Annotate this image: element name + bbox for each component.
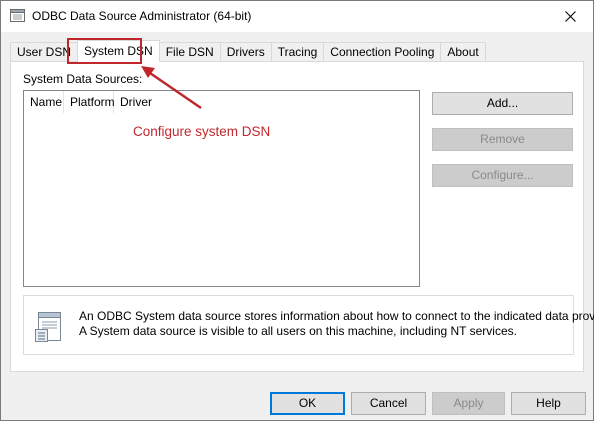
help-button[interactable]: Help [511, 392, 586, 415]
tab-drivers[interactable]: Drivers [219, 42, 272, 61]
tab-about[interactable]: About [440, 42, 486, 61]
title-bar: ODBC Data Source Administrator (64-bit) [1, 1, 593, 32]
add-button[interactable]: Add... [432, 92, 573, 115]
system-data-sources-label: System Data Sources: [23, 72, 143, 86]
annotation-text: Configure system DSN [133, 124, 271, 139]
info-text-line-1: An ODBC System data source stores inform… [79, 309, 594, 323]
window-title: ODBC Data Source Administrator (64-bit) [32, 9, 252, 23]
tab-file-dsn[interactable]: File DSN [158, 42, 221, 61]
apply-button[interactable]: Apply [432, 392, 505, 415]
data-sources-list[interactable]: Name Platform Driver [23, 90, 420, 287]
configure-button[interactable]: Configure... [432, 164, 573, 187]
cancel-button[interactable]: Cancel [351, 392, 426, 415]
ok-button[interactable]: OK [270, 392, 345, 415]
column-header-driver[interactable]: Driver [114, 91, 174, 113]
column-header-name[interactable]: Name [24, 91, 64, 113]
info-box: An ODBC System data source stores inform… [23, 295, 594, 355]
tab-tracing[interactable]: Tracing [270, 42, 325, 61]
data-source-document-icon [35, 312, 61, 342]
close-button[interactable] [548, 1, 593, 32]
close-icon [565, 11, 576, 22]
column-header-platform[interactable]: Platform [64, 91, 115, 113]
system-dsn-highlight-box [67, 38, 142, 64]
odbc-app-icon [10, 9, 25, 22]
list-header: Name Platform Driver [24, 91, 174, 113]
remove-button[interactable]: Remove [432, 128, 573, 151]
tab-connection-pooling[interactable]: Connection Pooling [323, 42, 442, 61]
info-text-line-2: A System data source is visible to all u… [79, 324, 517, 338]
